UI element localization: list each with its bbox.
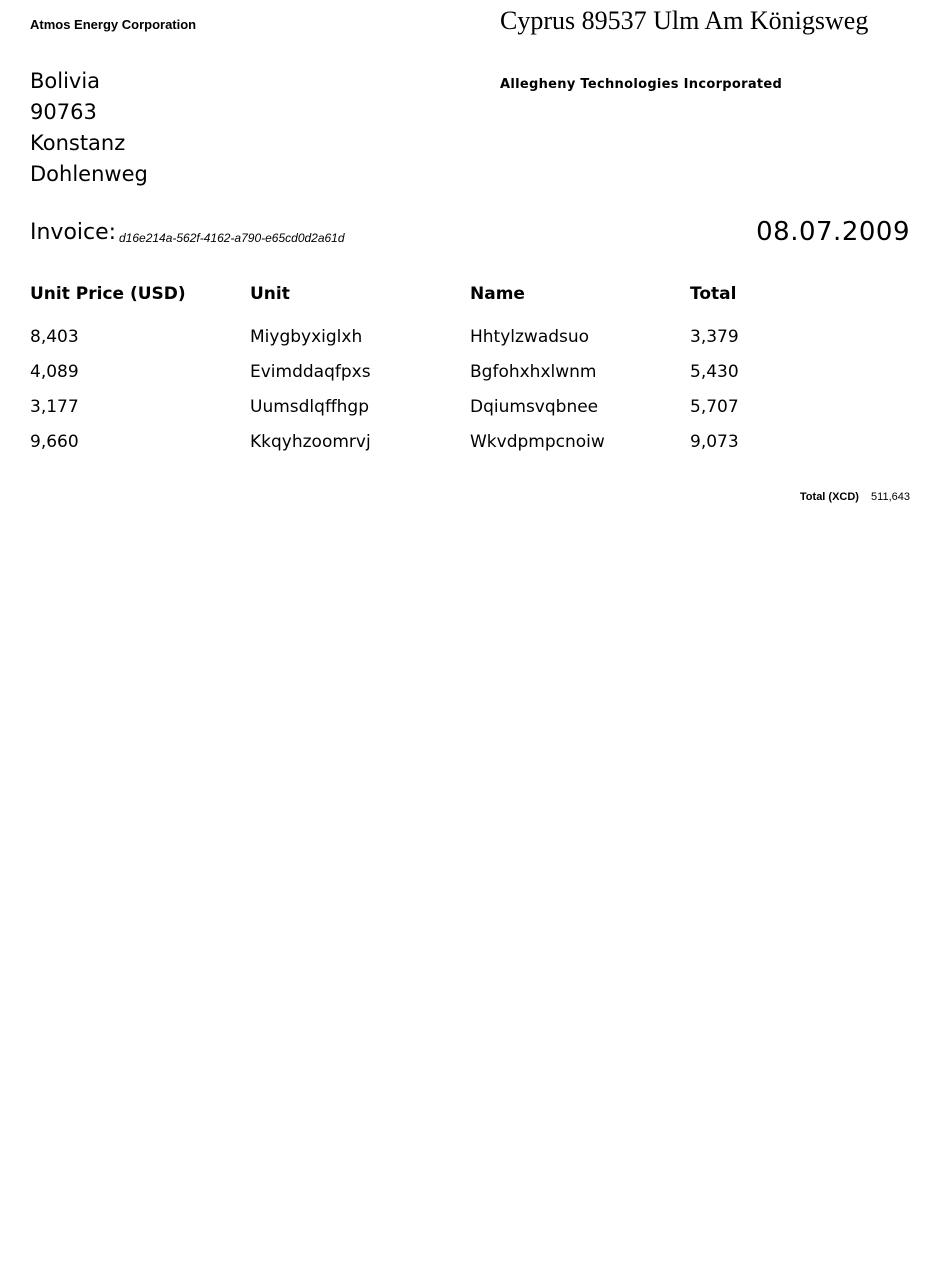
table-header-row: Unit Price (USD) Unit Name Total: [30, 284, 910, 310]
unit-cell: Miygbyxiglxh: [250, 326, 363, 347]
total-cell: 5,430: [690, 361, 739, 382]
table-row: 8,403 Miygbyxiglxh Hhtylzwadsuo 3,379: [30, 319, 910, 354]
table-row: 3,177 Uumsdlqffhgp Dqiumsvqbnee 5,707: [30, 389, 910, 424]
sender-address-block: Bolivia 90763 Konstanz Dohlenweg: [30, 66, 148, 190]
sender-street: Dohlenweg: [30, 162, 148, 186]
unit-cell: Uumsdlqffhgp: [250, 396, 370, 417]
invoice-date: 08.07.2009: [756, 217, 910, 247]
grand-total-value: 511,643: [871, 491, 910, 503]
column-header-name: Name: [470, 284, 525, 304]
name-cell: Hhtylzwadsuo: [470, 326, 590, 347]
grand-total-label: Total (XCD): [799, 491, 859, 503]
line-items-table: Unit Price (USD) Unit Name Total 8,403 M…: [30, 284, 910, 459]
unit-cell: Evimddaqfpxs: [250, 361, 371, 382]
name-cell: Bgfohxhxlwnm: [470, 361, 597, 382]
table-row: 9,660 Kkqyhzoomrvj Wkvdpmpcnoiw 9,073: [30, 424, 910, 459]
sender-postal-code: 90763: [30, 100, 97, 124]
unit-cell: Kkqyhzoomrvj: [250, 431, 371, 452]
recipient-company-name: Allegheny Technologies Incorporated: [500, 77, 783, 92]
sender-city: Konstanz: [30, 131, 126, 155]
invoice-label: Invoice:: [30, 220, 117, 245]
grand-total: Total (XCD) 511,643: [800, 491, 910, 503]
total-cell: 5,707: [690, 396, 739, 417]
unit-price-cell: 4,089: [30, 361, 79, 382]
column-header-total: Total: [690, 284, 737, 304]
unit-price-cell: 3,177: [30, 396, 79, 417]
name-cell: Dqiumsvqbnee: [470, 396, 599, 417]
unit-price-cell: 9,660: [30, 431, 79, 452]
column-header-unit: Unit: [250, 284, 290, 304]
table-row: 4,089 Evimddaqfpxs Bgfohxhxlwnm 5,430: [30, 354, 910, 389]
name-cell: Wkvdpmpcnoiw: [470, 431, 605, 452]
sender-country: Bolivia: [30, 69, 101, 93]
recipient-address: Cyprus 89537 Ulm Am Königsweg: [500, 6, 869, 35]
sender-company-name: Atmos Energy Corporation: [30, 17, 197, 32]
total-cell: 9,073: [690, 431, 739, 452]
unit-price-cell: 8,403: [30, 326, 79, 347]
total-cell: 3,379: [690, 326, 739, 347]
invoice-id: d16e214a-562f-4162-a790-e65cd0d2a61d: [119, 231, 345, 245]
column-header-unit-price: Unit Price (USD): [30, 284, 186, 304]
